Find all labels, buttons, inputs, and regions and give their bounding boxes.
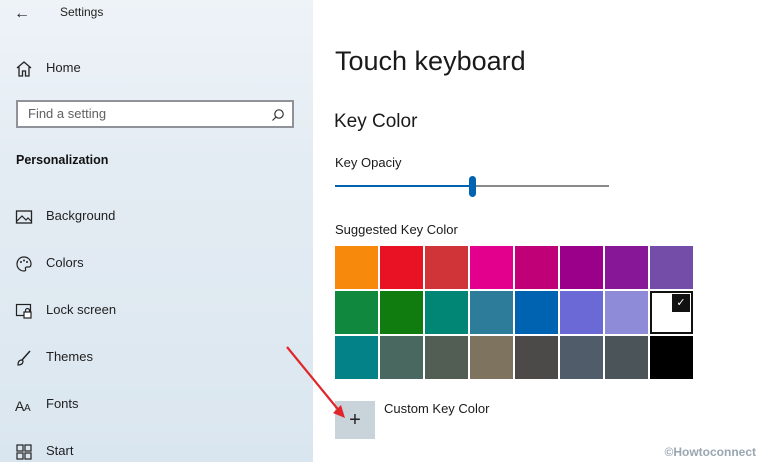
sidebar-item-label: Themes xyxy=(46,349,93,364)
color-swatch[interactable] xyxy=(560,291,603,334)
color-swatch[interactable] xyxy=(560,246,603,289)
brush-icon xyxy=(17,350,31,366)
color-swatch[interactable] xyxy=(605,246,648,289)
sidebar-item-label: Start xyxy=(46,443,74,458)
color-swatch[interactable] xyxy=(425,336,468,379)
color-swatch[interactable]: ✓ xyxy=(650,291,693,334)
color-swatch[interactable] xyxy=(605,336,648,379)
search-placeholder: Find a setting xyxy=(28,106,107,121)
color-swatch[interactable] xyxy=(605,291,648,334)
section-title: Key Color xyxy=(334,111,418,132)
section-heading: Personalization xyxy=(16,153,109,167)
color-swatch[interactable] xyxy=(425,246,468,289)
search-icon[interactable] xyxy=(270,107,286,123)
sidebar-item-themes[interactable]: Themes xyxy=(0,338,313,378)
back-button[interactable]: ← xyxy=(10,4,34,24)
sidebar: ← Settings Home Find a setting Personali… xyxy=(0,0,313,462)
color-swatch[interactable] xyxy=(470,246,513,289)
color-swatch[interactable] xyxy=(380,291,423,334)
color-swatch[interactable] xyxy=(425,291,468,334)
sidebar-item-colors[interactable]: Colors xyxy=(0,244,313,284)
lock-screen-icon xyxy=(15,303,32,319)
slider-fill xyxy=(335,185,472,187)
main-content: Touch keyboard Key Color Key Opaciy Sugg… xyxy=(313,0,768,462)
sidebar-item-background[interactable]: Background xyxy=(0,197,313,237)
fonts-icon: A A xyxy=(15,398,31,414)
color-swatch[interactable] xyxy=(515,291,558,334)
sidebar-item-label: Background xyxy=(46,208,116,223)
opacity-label: Key Opaciy xyxy=(335,155,402,170)
color-swatch[interactable] xyxy=(560,336,603,379)
sidebar-item-label: Lock screen xyxy=(46,302,117,317)
color-swatch[interactable] xyxy=(380,246,423,289)
search-input[interactable]: Find a setting xyxy=(16,100,294,128)
custom-key-color-label: Custom Key Color xyxy=(384,401,490,416)
color-swatch[interactable] xyxy=(470,336,513,379)
watermark: ©Howtoconnect xyxy=(664,445,756,459)
sidebar-item-label: Fonts xyxy=(46,396,79,411)
color-swatch[interactable] xyxy=(335,291,378,334)
color-swatch[interactable] xyxy=(515,336,558,379)
color-swatch[interactable] xyxy=(515,246,558,289)
palette-icon xyxy=(16,256,32,272)
slider-thumb[interactable] xyxy=(469,176,476,197)
suggested-key-color-label: Suggested Key Color xyxy=(335,222,458,237)
color-swatch[interactable] xyxy=(380,336,423,379)
sidebar-item-lock-screen[interactable]: Lock screen xyxy=(0,291,313,331)
sidebar-item-label: Colors xyxy=(46,255,84,270)
color-swatch[interactable] xyxy=(650,246,693,289)
checkmark-icon: ✓ xyxy=(672,294,690,312)
picture-icon xyxy=(15,210,33,224)
key-color-swatch-grid: ✓ xyxy=(335,246,693,381)
key-opacity-slider[interactable] xyxy=(335,176,609,198)
start-icon xyxy=(16,444,32,460)
sidebar-item-start[interactable]: Start xyxy=(0,432,313,472)
page-title: Touch keyboard xyxy=(335,46,526,76)
home-icon xyxy=(16,61,32,77)
back-arrow-icon: ← xyxy=(14,5,30,22)
sidebar-item-fonts[interactable]: A A Fonts xyxy=(0,385,313,425)
sidebar-item-label: Home xyxy=(46,60,81,75)
color-swatch[interactable] xyxy=(470,291,513,334)
color-swatch[interactable] xyxy=(650,336,693,379)
title-bar: ← Settings xyxy=(0,0,313,30)
sidebar-item-home[interactable]: Home xyxy=(0,49,313,89)
svg-text:A: A xyxy=(24,403,31,414)
color-swatch[interactable] xyxy=(335,246,378,289)
app-title: Settings xyxy=(60,5,104,19)
red-arrow-annotation xyxy=(286,346,345,418)
